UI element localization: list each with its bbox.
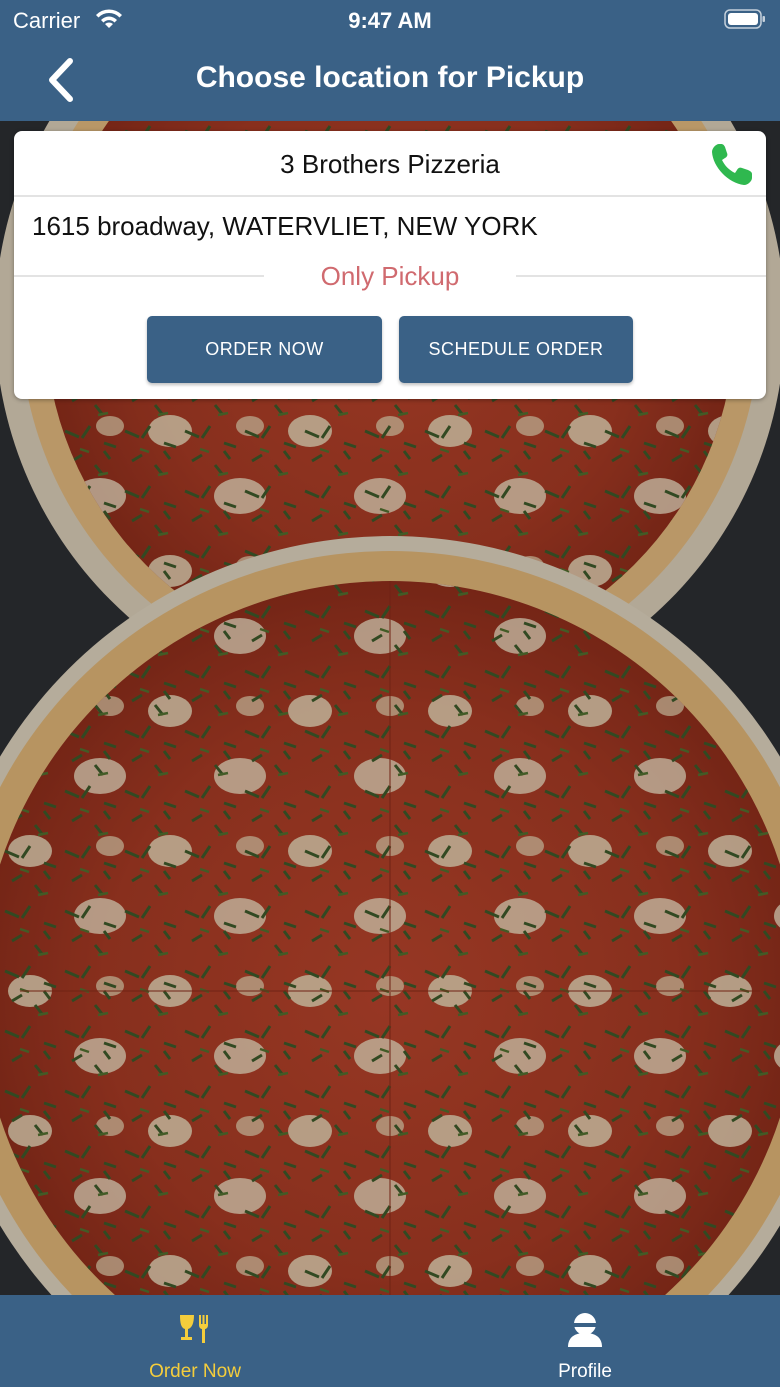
schedule-order-button[interactable]: SCHEDULE ORDER	[399, 316, 633, 383]
profile-icon	[568, 1313, 602, 1347]
tab-label-order-now: Order Now	[149, 1361, 241, 1382]
top-bar: Carrier 9:47 AM Choose location for Pick…	[0, 0, 780, 121]
page-title: Choose location for Pickup	[195, 61, 585, 94]
restaurant-address: 1615 broadway, WATERVLIET, NEW YORK	[32, 211, 538, 241]
tab-label-profile: Profile	[558, 1361, 612, 1382]
status-bar: Carrier 9:47 AM	[0, 0, 780, 40]
food-icon	[180, 1315, 208, 1343]
order-now-button[interactable]: ORDER NOW	[147, 316, 382, 383]
pickup-row: Only Pickup	[14, 261, 766, 293]
status-time: 9:47 AM	[348, 8, 432, 33]
card-divider	[14, 195, 766, 197]
tab-bar: Order Now Profile	[0, 1295, 780, 1387]
location-card: 3 Brothers Pizzeria 1615 broadway, WATER…	[14, 131, 766, 399]
tab-profile[interactable]: Profile	[390, 1295, 780, 1387]
tab-order-now[interactable]: Order Now	[0, 1295, 390, 1387]
restaurant-name: 3 Brothers Pizzeria	[280, 149, 500, 179]
pickup-note: Only Pickup	[320, 261, 460, 291]
battery-icon	[724, 9, 765, 29]
phone-icon[interactable]	[710, 141, 754, 187]
